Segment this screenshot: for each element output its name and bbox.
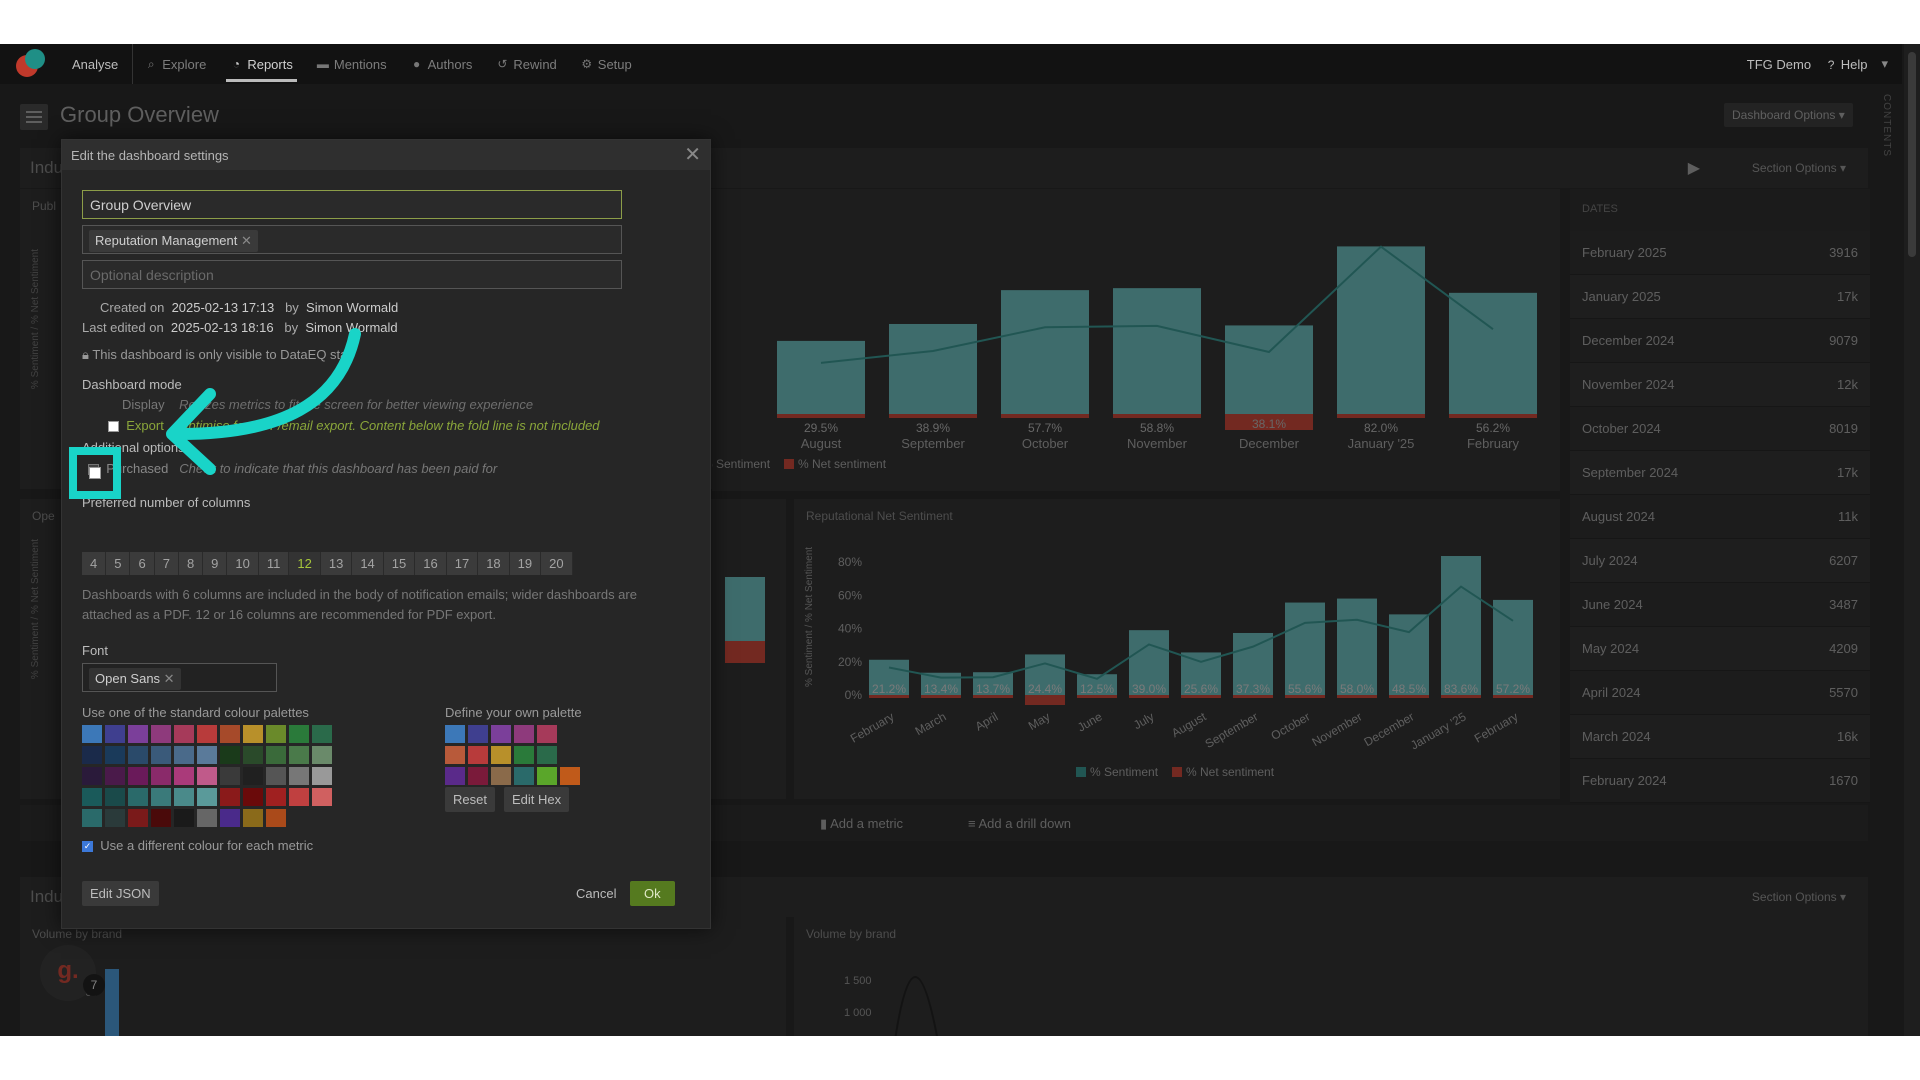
annotation-arrow (166, 328, 361, 475)
app-frame: Analyse ⌕ Explore ◔ Reports ▬ Mentions ● Aut… (0, 44, 1920, 1036)
